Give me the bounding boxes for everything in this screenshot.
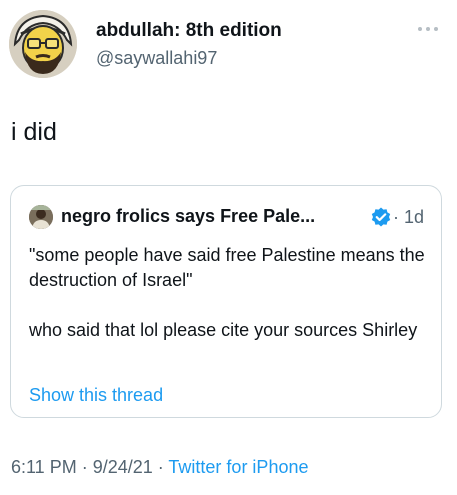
author-handle[interactable]: @saywallahi97	[96, 48, 217, 69]
verified-badge-icon	[371, 207, 391, 227]
ellipsis-dot	[418, 27, 422, 31]
tweet-timestamp[interactable]: 6:11 PM · 9/24/21 ·	[11, 457, 168, 477]
ellipsis-dot	[426, 27, 430, 31]
tweet-text: i did	[11, 118, 57, 146]
show-thread-link[interactable]: Show this thread	[29, 385, 163, 406]
quoted-tweet-time[interactable]: · 1d	[393, 207, 424, 228]
quoted-tweet-text: "some people have said free Palestine me…	[29, 243, 429, 343]
quoted-paragraph: "some people have said free Palestine me…	[29, 245, 425, 290]
quoted-author-name: negro frolics says Free Pale...	[61, 206, 316, 226]
quoted-author-avatar	[29, 205, 53, 229]
ellipsis-dot	[434, 27, 438, 31]
photo-avatar-icon	[29, 205, 53, 229]
tweet-source-link[interactable]: Twitter for iPhone	[168, 457, 308, 477]
quoted-tweet-card[interactable]: negro frolics says Free Pale... · 1d "so…	[10, 185, 442, 418]
author-avatar[interactable]	[9, 10, 77, 78]
author-display-name[interactable]: abdullah: 8th edition	[96, 20, 282, 42]
ellipsis-icon[interactable]	[418, 25, 444, 33]
tweet-meta: 6:11 PM · 9/24/21 · Twitter for iPhone	[11, 457, 308, 478]
cartoon-avatar-icon	[9, 10, 77, 78]
quoted-paragraph: who said that lol please cite your sourc…	[29, 320, 418, 340]
